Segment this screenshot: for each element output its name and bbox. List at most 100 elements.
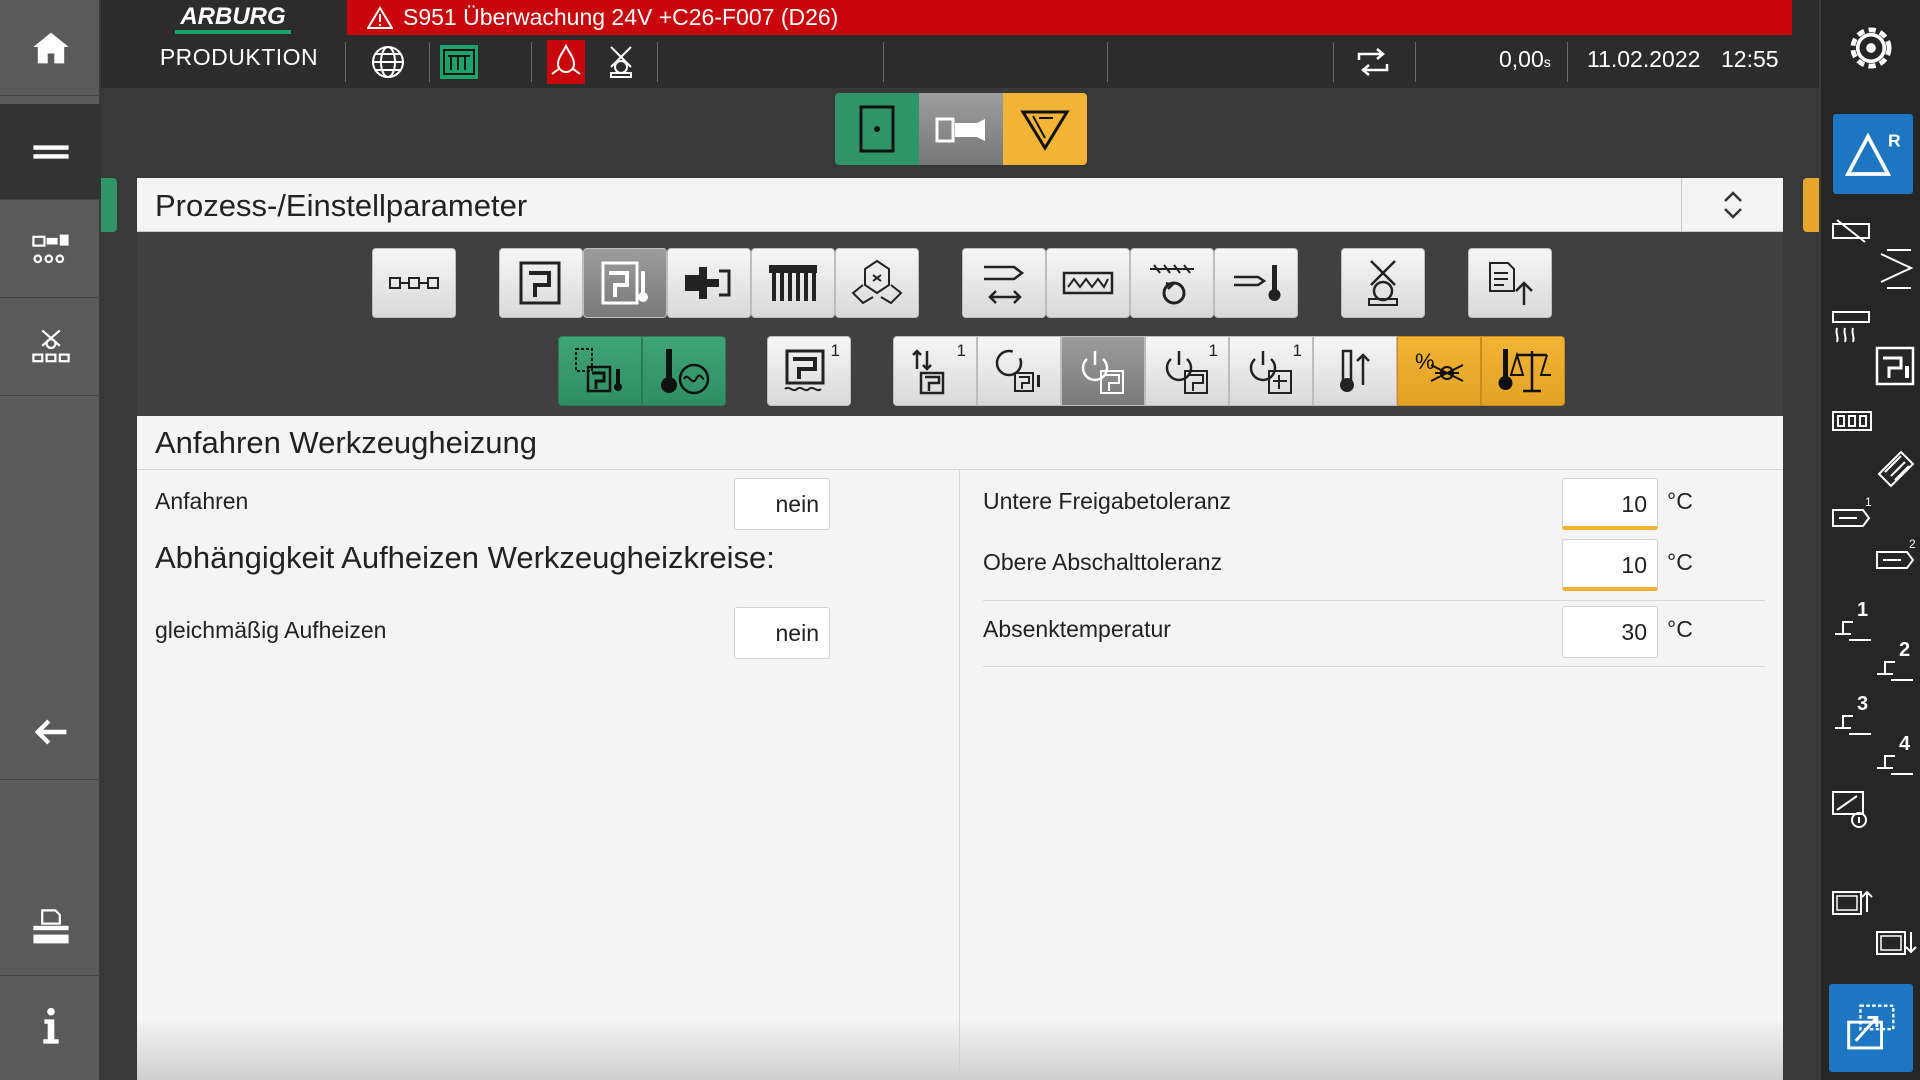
tab-temperature-control[interactable] <box>835 248 919 318</box>
back-arrow-icon <box>34 718 66 745</box>
setback-temperature-input[interactable]: 30 <box>1562 606 1658 658</box>
monitoring-button[interactable] <box>1829 786 1875 832</box>
sync-button[interactable] <box>1351 40 1395 84</box>
mould-heating-button[interactable] <box>1873 342 1919 392</box>
quality-triangle-icon <box>1020 110 1070 151</box>
cylinder-heating-button[interactable] <box>1829 306 1875 352</box>
tab-dosing[interactable] <box>1130 248 1214 318</box>
gleichmaessig-select[interactable]: nein <box>734 607 830 659</box>
heating-zones-button[interactable] <box>1829 400 1875 446</box>
tab-overview[interactable] <box>372 248 456 318</box>
tab-nozzle-movement[interactable] <box>962 248 1046 318</box>
screw-button[interactable] <box>1873 244 1919 294</box>
ejector-2-button[interactable]: 2 <box>1871 640 1920 686</box>
tab-nozzle-temperature[interactable] <box>1214 248 1298 318</box>
tab-robot[interactable] <box>1341 248 1425 318</box>
robot-status-button[interactable] <box>601 40 641 84</box>
mould-heating-icon <box>601 261 648 305</box>
tab-switch-off-unit-1[interactable]: 1 <box>1229 336 1313 406</box>
globe-icon <box>372 46 404 78</box>
right-edge-tab[interactable] <box>1803 178 1819 232</box>
robot-overview-button[interactable] <box>0 300 101 396</box>
quality-triangle-icon: R <box>1844 131 1901 176</box>
tab-document-export[interactable] <box>1468 248 1552 318</box>
ejector-3-index: 3 <box>1857 694 1868 715</box>
screen-switch-button[interactable] <box>1829 984 1913 1072</box>
chain-overview-icon <box>389 277 439 289</box>
thermometer-balance-icon <box>1498 349 1551 393</box>
menu-button[interactable] <box>0 104 101 200</box>
print-icon <box>32 908 69 943</box>
unit-label: °C <box>1667 549 1693 575</box>
robot-status-icon <box>610 46 632 78</box>
cooling-circuits-icon <box>851 259 903 305</box>
upper-shutoff-tolerance-input[interactable]: 10 <box>1562 539 1658 591</box>
tab-temperature-increase[interactable] <box>1313 336 1397 406</box>
quality-setup-button[interactable]: R <box>1833 114 1913 194</box>
mould-design-button[interactable] <box>1873 442 1919 492</box>
quality-tab[interactable] <box>1003 93 1087 165</box>
anfahren-label: Anfahren <box>155 488 249 514</box>
standby-mould-icon <box>995 349 1040 392</box>
monitoring-icon <box>1832 791 1867 828</box>
anfahren-select[interactable]: nein <box>734 478 830 530</box>
print-button[interactable] <box>0 880 101 976</box>
tab-screw[interactable] <box>1046 248 1130 318</box>
settings-button[interactable] <box>1835 12 1907 84</box>
process-parameter-title: Prozess-/Einstellparameter <box>155 188 528 223</box>
screen-import-icon <box>1876 931 1917 955</box>
tab-heat-up-sequence-1[interactable]: 1 <box>893 336 977 406</box>
tab-mould-heating-setup[interactable] <box>558 336 642 406</box>
injection-unit-tab[interactable] <box>919 93 1003 165</box>
tab-index: 1 <box>1208 341 1218 360</box>
injection-unit-button[interactable] <box>1829 210 1875 256</box>
core-pull-2-button[interactable]: 2 <box>1873 536 1919 586</box>
collapse-button[interactable] <box>1681 178 1783 232</box>
tab-tolerance-monitoring[interactable]: % <box>1397 336 1481 406</box>
back-button[interactable] <box>0 684 101 780</box>
data-export-button[interactable] <box>1829 884 1875 930</box>
alarm-banner[interactable]: S951 Überwachung 24V +C26-F007 (D26) <box>347 0 1792 35</box>
cycle-time-unit: s <box>1543 54 1551 70</box>
core-pull-2-index: 2 <box>1909 538 1916 551</box>
safety-door-tab[interactable] <box>835 93 919 165</box>
language-button[interactable] <box>363 40 413 84</box>
robot-gripper-icon <box>1368 260 1398 306</box>
arburg-logo: ARBURG <box>167 2 299 36</box>
cycle-sync-icon <box>1357 48 1389 76</box>
left-sidebar <box>0 0 101 1080</box>
home-button[interactable] <box>0 0 101 96</box>
core-pull-1-button[interactable]: 1 <box>1829 496 1875 542</box>
tab-temperature-profile[interactable] <box>642 336 726 406</box>
machine-overview-button[interactable] <box>0 202 101 298</box>
tab-switch-off-mould-1[interactable]: 1 <box>1145 336 1229 406</box>
tab-heating-circuits[interactable] <box>751 248 835 318</box>
machine-status-button[interactable] <box>435 40 483 84</box>
left-edge-tab[interactable] <box>101 178 117 232</box>
tab-mould[interactable] <box>499 248 583 318</box>
clamping-unit-icon <box>685 267 731 299</box>
document-upload-icon <box>1489 262 1533 305</box>
mould-icon <box>519 261 561 305</box>
data-import-button[interactable] <box>1873 922 1919 972</box>
top-status-bar: ARBURG PRODUKTION S951 Überwachung 24V +… <box>101 0 1819 88</box>
operating-mode-label: PRODUKTION <box>159 44 319 70</box>
heating-alarm-button[interactable] <box>547 40 585 84</box>
tab-temperature-balance[interactable] <box>1481 336 1565 406</box>
tab-standby[interactable] <box>977 336 1061 406</box>
tab-mould-heating-1[interactable]: 1 <box>767 336 851 406</box>
machine-overview-icon <box>31 234 69 263</box>
tab-mould-heating[interactable] <box>583 248 667 318</box>
tab-clamping-unit[interactable] <box>667 248 751 318</box>
tab-startup-mould-heating[interactable] <box>1061 336 1145 406</box>
screen-export-icon <box>1832 890 1873 915</box>
ejector-4-button[interactable]: 4 <box>1871 734 1920 780</box>
warning-icon <box>367 5 393 29</box>
content-title: Anfahren Werkzeugheizung <box>155 425 538 460</box>
lower-release-tolerance-input[interactable]: 10 <box>1562 478 1658 530</box>
core-pull-icon: 1 <box>1832 496 1872 527</box>
unit-label: °C <box>1667 616 1693 642</box>
dosing-rotation-icon <box>1150 264 1194 305</box>
info-button[interactable] <box>0 978 101 1074</box>
ejector-icon: 2 <box>1877 640 1913 681</box>
